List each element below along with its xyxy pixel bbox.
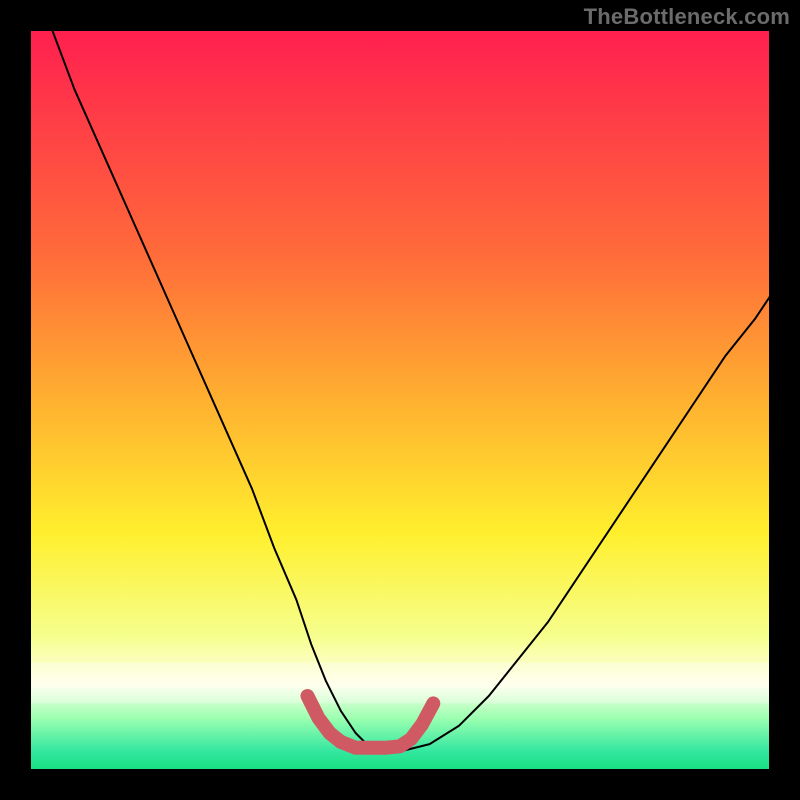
chart-frame: TheBottleneck.com (0, 0, 800, 800)
pale-band (30, 663, 770, 704)
bottleneck-chart (0, 0, 800, 800)
watermark-text: TheBottleneck.com (584, 4, 790, 30)
plot-background (30, 30, 770, 770)
